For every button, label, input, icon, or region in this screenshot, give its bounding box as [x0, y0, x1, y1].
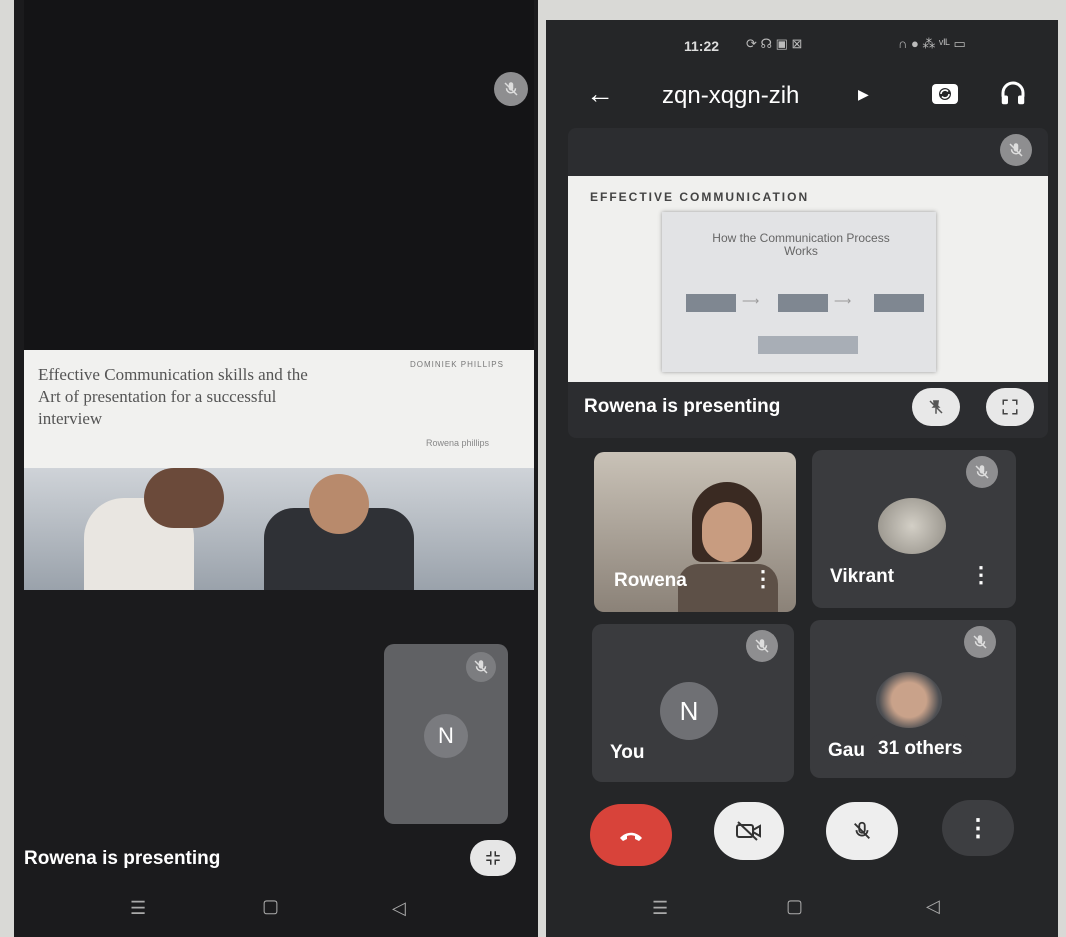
slide-title-line1: Effective Communication skills and the: [38, 365, 308, 384]
more-options-icon[interactable]: ⋮: [752, 566, 774, 592]
status-right-icons: ∩ ● ⁂ ᵛᴵᴸ ▭: [898, 36, 966, 51]
back-arrow-icon[interactable]: ←: [586, 80, 614, 108]
diagram-arrow: ⟶: [834, 294, 852, 308]
diagram-title: How the Communication Process Works: [712, 231, 890, 258]
slide-interview-photo: [24, 468, 534, 590]
presenting-label: Rowena is presenting: [24, 848, 221, 869]
diagram-box: [874, 294, 924, 312]
status-icons: ⟳ ☊ ▣ ⊠: [746, 36, 803, 51]
mic-off-icon: [746, 630, 778, 662]
more-options-icon: ⋮: [966, 814, 990, 842]
participant-tile-you[interactable]: N You: [592, 624, 794, 782]
meeting-info-chevron-icon[interactable]: ▶: [858, 86, 869, 103]
mic-toggle-button[interactable]: [826, 802, 898, 860]
minimize-button[interactable]: [470, 840, 516, 876]
others-count-badge[interactable]: 31 others: [868, 734, 973, 764]
participant-avatar: [878, 498, 946, 554]
participant-video: [702, 502, 752, 562]
audio-output-icon[interactable]: [998, 78, 1028, 108]
slide-title-line2: Art of presentation for a successful: [38, 387, 277, 406]
slide-presenter-name: Rowena phillips: [426, 438, 490, 448]
nav-menu-icon[interactable]: ☰: [652, 898, 668, 919]
stop-pin-button[interactable]: [912, 388, 960, 426]
participant-tile-vikrant[interactable]: Vikrant ⋮: [812, 450, 1016, 608]
nav-home-icon[interactable]: ▢: [262, 896, 279, 917]
diagram-box: [778, 294, 828, 312]
diagram-panel: How the Communication Process Works ⟶ ⟶: [662, 212, 936, 372]
diagram-arrow: ⟶: [742, 294, 760, 308]
presented-slide: EFFECTIVE COMMUNICATION How the Communic…: [568, 176, 1048, 382]
participant-avatar: [876, 672, 942, 728]
participant-name: Vikrant: [830, 566, 895, 587]
diagram-box: [686, 294, 736, 312]
more-options-button[interactable]: ⋮: [942, 800, 1014, 856]
shared-slide: Effective Communication skills and the A…: [24, 350, 534, 590]
top-video-area: [24, 0, 534, 350]
self-video-tile[interactable]: N: [384, 644, 508, 824]
slide-heading: EFFECTIVE COMMUNICATION: [590, 190, 810, 204]
status-time: 11:22: [684, 38, 720, 54]
right-phone-screen: 11:22 ⟳ ☊ ▣ ⊠ ∩ ● ⁂ ᵛᴵᴸ ▭ ← zqn-xqgn-zih…: [546, 20, 1058, 937]
switch-camera-icon[interactable]: [930, 80, 960, 106]
participant-name: Gau: [828, 740, 865, 761]
left-phone-screen: Effective Communication skills and the A…: [14, 0, 538, 937]
mic-off-icon: [466, 652, 496, 682]
presenting-label: Rowena is presenting: [584, 396, 781, 417]
camera-off-icon: [736, 821, 761, 841]
participant-avatar: N: [660, 682, 718, 740]
participant-tile-others[interactable]: Gau 31 others: [810, 620, 1016, 778]
mic-off-icon: [494, 72, 528, 106]
mic-off-icon: [1000, 134, 1032, 166]
participant-name: Rowena: [614, 570, 687, 591]
participant-name: You: [610, 742, 645, 763]
slide-title-line3: interview: [38, 409, 103, 428]
camera-toggle-button[interactable]: [714, 802, 784, 860]
self-avatar: N: [424, 714, 468, 758]
hang-up-icon: [620, 832, 642, 841]
unpin-icon: [929, 400, 943, 414]
participant-tile-rowena[interactable]: Rowena ⋮: [594, 452, 796, 612]
diagram-box: [758, 336, 858, 354]
nav-home-icon[interactable]: ▢: [786, 896, 803, 917]
mic-off-icon: [966, 456, 998, 488]
nav-back-icon[interactable]: ◁: [926, 896, 940, 917]
nav-back-icon[interactable]: ◁: [392, 898, 406, 919]
presentation-card: EFFECTIVE COMMUNICATION How the Communic…: [568, 128, 1048, 438]
minimize-icon: [486, 851, 500, 865]
nav-menu-icon[interactable]: ☰: [130, 898, 146, 919]
slide-logo-text: DOMINIEK PHILLIPS: [410, 360, 504, 369]
fullscreen-icon: [1002, 399, 1018, 415]
mic-off-icon: [964, 626, 996, 658]
meeting-code[interactable]: zqn-xqgn-zih: [662, 82, 799, 110]
fullscreen-button[interactable]: [986, 388, 1034, 426]
mic-off-icon: [854, 821, 870, 839]
end-call-button[interactable]: [590, 804, 672, 866]
more-options-icon[interactable]: ⋮: [970, 562, 992, 588]
